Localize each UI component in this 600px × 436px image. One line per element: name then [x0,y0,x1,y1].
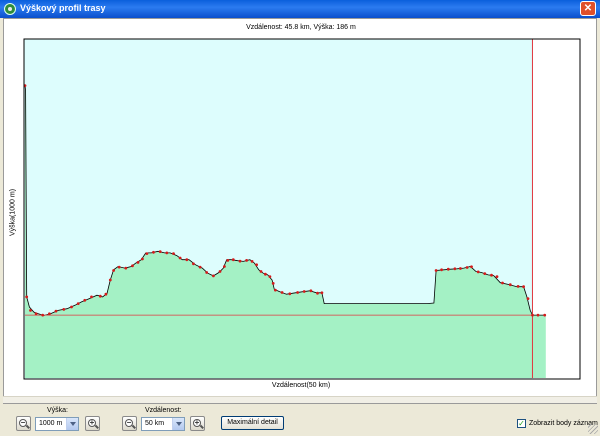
track-point [320,291,324,295]
track-point [198,265,202,269]
track-point [516,285,520,288]
track-point [280,291,284,294]
track-point [34,312,38,316]
track-point [62,308,66,311]
y-axis-label: Výška(1000 m) [9,188,17,237]
chevron-down-icon [66,418,78,430]
track-point [250,260,254,263]
resize-grip[interactable] [588,424,598,434]
close-button[interactable]: ✕ [580,1,596,16]
track-point [476,270,480,274]
distance-zoom-out-button[interactable]: − [122,416,137,431]
track-point [141,257,144,261]
title-bar: Výškový profil trasy ✕ [0,0,600,18]
track-point [29,309,32,312]
track-point [185,258,189,262]
globe-app-icon [4,3,16,15]
track-point [465,266,469,269]
horizontal-scrollbar[interactable] [3,396,597,403]
track-point [490,273,493,277]
track-point [165,251,169,255]
track-point [536,313,540,317]
track-point [268,275,272,278]
track-point [245,259,249,262]
track-point [434,269,438,272]
track-point [543,313,547,317]
chevron-down-icon [172,418,184,430]
track-point [531,313,534,317]
track-point [501,281,504,285]
height-zoom-out-button[interactable]: − [16,416,31,431]
height-label: Výška: [47,407,69,414]
track-point [459,267,462,270]
track-point [90,295,93,299]
track-point [70,305,73,309]
distance-zoom-in-button[interactable]: + [190,416,205,431]
track-point [264,272,267,276]
track-point [446,267,450,271]
track-point [470,265,473,269]
track-point [271,282,275,285]
track-point [158,250,162,254]
track-point [223,265,226,268]
elevation-profile-chart[interactable] [4,19,598,405]
distance-scale-select[interactable]: 50 km [141,417,185,431]
track-point [316,291,319,295]
track-point [495,275,499,278]
track-point [274,288,277,292]
height-zoom-in-button[interactable]: + [85,416,100,431]
track-point [25,295,29,299]
track-point [218,270,222,273]
x-axis-label: Vzdálenost(50 km) [271,382,331,389]
track-point [112,269,115,272]
track-point [440,268,443,272]
track-point [302,290,306,293]
max-detail-button[interactable]: Maximální detail [221,416,284,430]
track-point [453,267,457,271]
height-scale-value: 1000 m [39,420,63,427]
track-point [178,256,182,260]
track-point [508,283,512,287]
distance-label: Vzdálenost: [145,407,182,414]
show-points-checkbox[interactable]: ✓ [517,419,526,428]
track-point [526,297,530,300]
track-point [172,252,175,256]
track-point [54,309,58,313]
track-point [231,258,235,262]
profile-plot-area: Vzdálenost: 45.8 km, Výška: 186 m Výška(… [3,18,597,404]
track-point [205,271,209,274]
track-point [104,292,108,296]
track-point [145,252,149,256]
distance-scale-value: 50 km [145,420,165,427]
track-point [83,298,87,302]
track-point [152,250,155,254]
track-point [226,259,230,262]
track-point [117,265,121,269]
track-point [76,302,80,305]
track-point [309,289,313,293]
track-point [255,263,258,267]
track-point [136,261,140,264]
track-point [131,264,134,268]
track-point [238,259,242,263]
track-point [288,292,292,296]
track-point [259,270,263,273]
track-point [483,272,487,275]
window-title: Výškový profil trasy [20,3,106,13]
track-point [124,266,128,270]
track-point [108,278,112,282]
track-point [48,312,51,316]
track-point [296,291,299,294]
height-scale-select[interactable]: 1000 m [35,417,79,431]
track-point [192,262,195,266]
track-point [98,294,102,298]
control-bar: Výška: − 1000 m + Vzdálenost: − 50 km + … [0,404,600,436]
track-point [522,285,525,289]
track-point [212,274,215,278]
track-point [41,313,45,317]
